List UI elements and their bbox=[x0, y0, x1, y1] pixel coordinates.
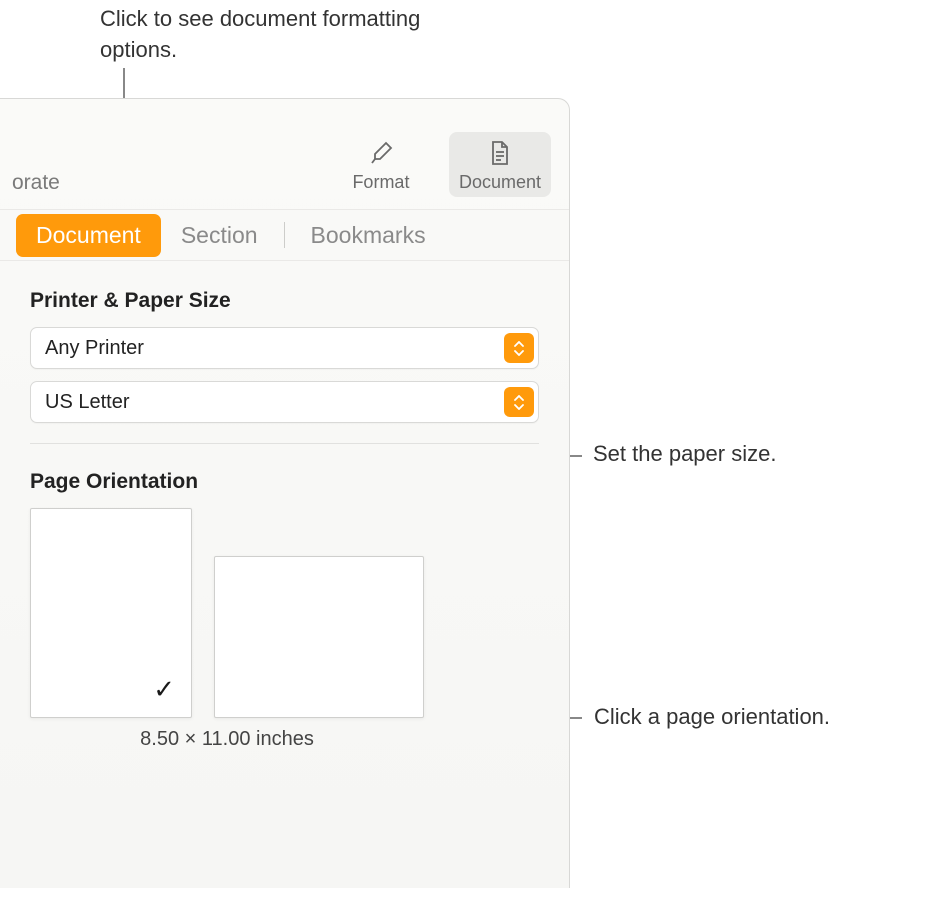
paintbrush-icon bbox=[366, 138, 396, 168]
document-icon bbox=[485, 138, 515, 168]
tab-divider bbox=[284, 222, 285, 248]
checkmark-icon: ✓ bbox=[153, 674, 175, 705]
toolbar: orate Format Document bbox=[0, 99, 569, 209]
callout-document-tab: Click to see document formatting options… bbox=[100, 4, 480, 66]
paper-size-dropdown-value: US Letter bbox=[45, 391, 129, 414]
tab-bookmarks[interactable]: Bookmarks bbox=[291, 214, 446, 257]
callout-paper-size: Set the paper size. bbox=[593, 439, 776, 470]
tab-document[interactable]: Document bbox=[16, 214, 161, 257]
printer-dropdown-value: Any Printer bbox=[45, 337, 144, 360]
page-dimensions-label: 8.50 × 11.00 inches bbox=[30, 728, 424, 751]
document-inspector-panel: orate Format Document bbox=[0, 98, 570, 888]
printer-paper-size-title: Printer & Paper Size bbox=[30, 289, 539, 313]
divider bbox=[30, 443, 539, 444]
inspector-tabs: Document Section Bookmarks bbox=[0, 209, 569, 261]
orientation-row: ✓ bbox=[30, 508, 539, 718]
format-toolbar-button[interactable]: Format bbox=[337, 132, 425, 197]
orientation-portrait-button[interactable]: ✓ bbox=[30, 508, 192, 718]
toolbar-left-fragment: orate bbox=[12, 171, 313, 197]
tab-section[interactable]: Section bbox=[161, 214, 278, 257]
page-orientation-title: Page Orientation bbox=[30, 470, 539, 494]
orientation-landscape-button[interactable] bbox=[214, 556, 424, 718]
format-toolbar-label: Format bbox=[352, 172, 409, 193]
chevron-updown-icon bbox=[504, 387, 534, 417]
paper-size-dropdown[interactable]: US Letter bbox=[30, 381, 539, 423]
printer-dropdown[interactable]: Any Printer bbox=[30, 327, 539, 369]
document-toolbar-label: Document bbox=[459, 172, 541, 193]
chevron-updown-icon bbox=[504, 333, 534, 363]
document-toolbar-button[interactable]: Document bbox=[449, 132, 551, 197]
callout-orientation: Click a page orientation. bbox=[594, 702, 830, 733]
inspector-content: Printer & Paper Size Any Printer US Lett… bbox=[0, 261, 569, 779]
